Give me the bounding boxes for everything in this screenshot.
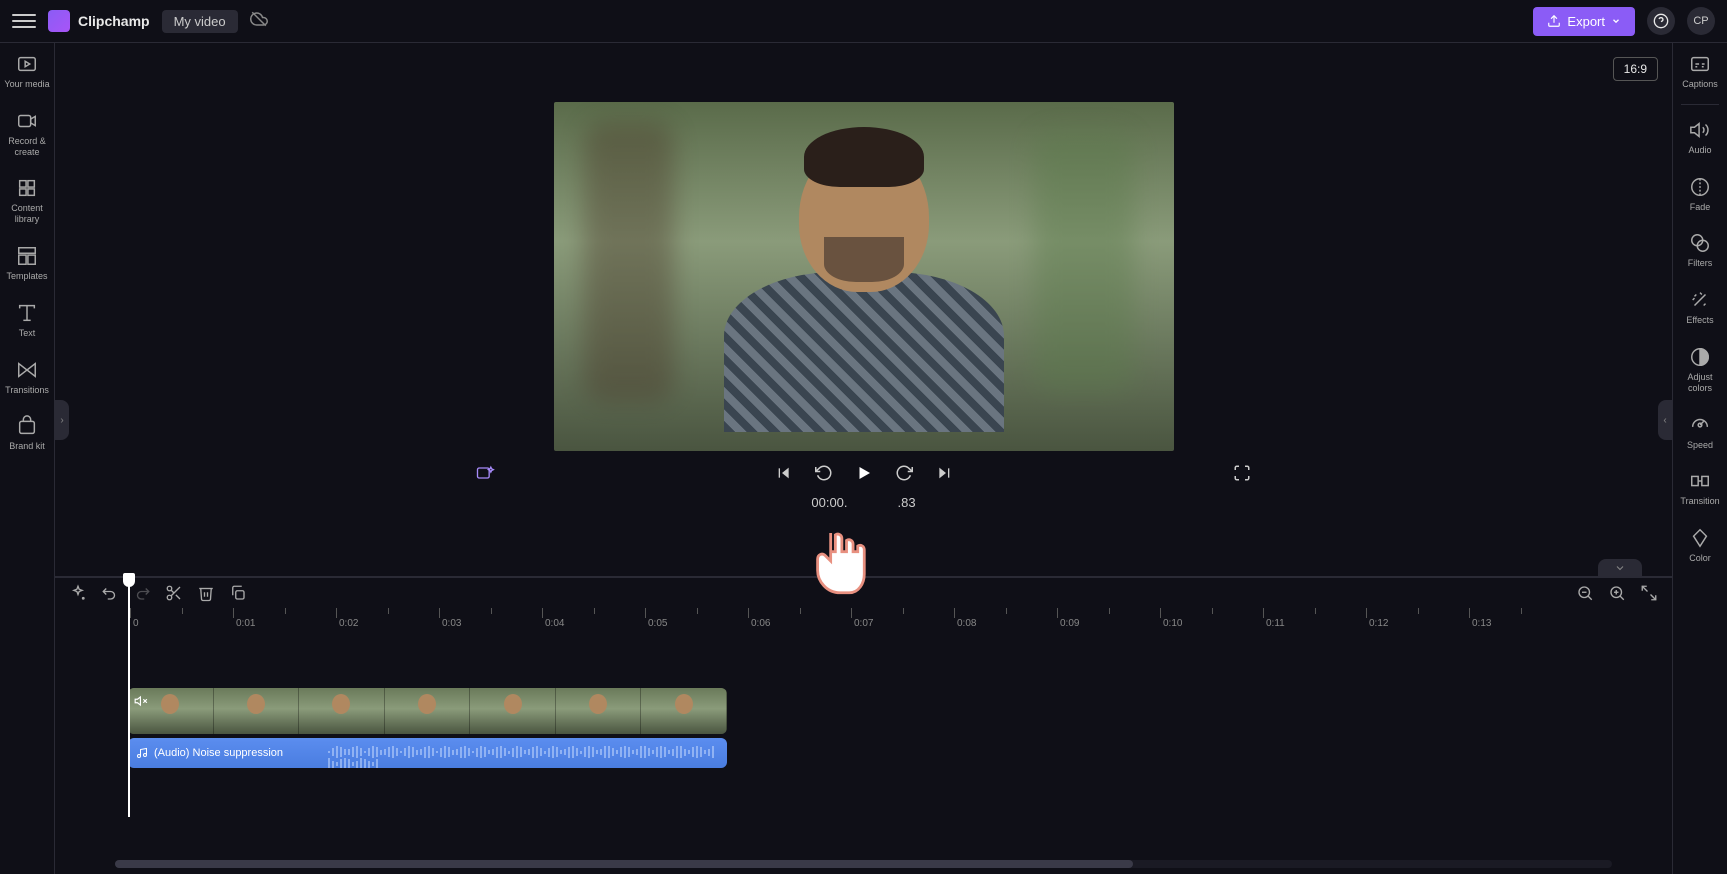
sidebar-item-audio[interactable]: Audio (1673, 109, 1727, 166)
music-note-icon (136, 747, 148, 759)
undo-button[interactable] (101, 584, 119, 602)
chevron-down-icon (1611, 16, 1621, 26)
fullscreen-icon (1233, 464, 1251, 482)
fade-icon (1689, 176, 1711, 198)
fit-timeline-button[interactable] (1640, 584, 1658, 602)
filters-icon (1689, 232, 1711, 254)
sidebar-item-transitions[interactable]: Transitions (0, 349, 54, 406)
sparkle-icon (69, 584, 87, 602)
adjust-colors-icon (1689, 346, 1711, 368)
preview-area: 16:9 (55, 43, 1672, 576)
timeline-toolbar (55, 577, 1672, 608)
zoom-in-button[interactable] (1608, 584, 1626, 602)
help-button[interactable] (1647, 7, 1675, 35)
delete-button[interactable] (197, 584, 215, 602)
player-controls (55, 451, 1672, 495)
brand-kit-icon (16, 415, 38, 437)
undo-icon (101, 584, 119, 602)
clipchamp-logo-icon (48, 10, 70, 32)
zoom-out-button[interactable] (1576, 584, 1594, 602)
help-icon (1653, 13, 1669, 29)
aspect-ratio-button[interactable]: 16:9 (1613, 57, 1658, 81)
timecode-display: 00:00. .83 (811, 495, 915, 518)
upload-icon (1547, 14, 1561, 28)
sidebar-item-templates[interactable]: Templates (0, 235, 54, 292)
zoom-in-icon (1608, 584, 1626, 602)
timeline-ruler[interactable]: 00:010:020:030:040:050:060:070:080:090:1… (55, 608, 1672, 634)
app-header: Clipchamp My video Export CP (0, 0, 1727, 43)
cloud-sync-icon[interactable] (250, 10, 268, 33)
sidebar-item-text[interactable]: Text (0, 292, 54, 349)
sidebar-item-fade[interactable]: Fade (1673, 166, 1727, 223)
video-preview-canvas[interactable] (554, 102, 1174, 451)
zoom-out-icon (1576, 584, 1594, 602)
skip-forward-icon (936, 465, 952, 481)
audio-icon (1689, 119, 1711, 141)
split-button[interactable] (165, 584, 183, 602)
volume-off-icon (134, 694, 148, 708)
timeline-playhead[interactable] (128, 577, 130, 817)
sidebar-item-brand-kit[interactable]: Brand kit (0, 405, 54, 462)
timeline-tracks: (Audio) Noise suppression (55, 634, 1672, 854)
skip-back-button[interactable] (774, 463, 794, 483)
timeline-scrollbar[interactable] (115, 860, 1612, 870)
sidebar-item-color[interactable]: Color (1673, 517, 1727, 574)
captions-icon (1689, 53, 1711, 75)
chevron-down-icon (1614, 562, 1626, 574)
templates-icon (16, 245, 38, 267)
export-button[interactable]: Export (1533, 7, 1635, 36)
audio-clip[interactable]: (Audio) Noise suppression (128, 738, 727, 768)
redo-button[interactable] (133, 584, 151, 602)
sparkle-video-icon (475, 463, 495, 483)
speed-icon (1689, 414, 1711, 436)
skip-back-icon (776, 465, 792, 481)
copy-icon (229, 584, 247, 602)
effects-icon (1689, 289, 1711, 311)
timeline-collapse-button[interactable] (1598, 559, 1642, 577)
redo-icon (133, 584, 151, 602)
sidebar-item-filters[interactable]: Filters (1673, 222, 1727, 279)
skip-forward-button[interactable] (934, 463, 954, 483)
ai-enhance-button[interactable] (475, 463, 495, 483)
sidebar-item-effects[interactable]: Effects (1673, 279, 1727, 336)
play-icon (855, 464, 873, 482)
forward-icon (895, 464, 913, 482)
audio-clip-label: (Audio) Noise suppression (154, 747, 283, 759)
clip-mute-icon[interactable] (134, 694, 148, 713)
hamburger-menu[interactable] (12, 9, 36, 33)
forward-5-button[interactable] (894, 463, 914, 483)
sidebar-item-your-media[interactable]: Your media (0, 43, 54, 100)
sidebar-item-transition[interactable]: Transition (1673, 460, 1727, 517)
text-icon (16, 302, 38, 324)
library-icon (16, 177, 38, 199)
duplicate-button[interactable] (229, 584, 247, 602)
fullscreen-button[interactable] (1232, 463, 1252, 483)
sidebar-item-adjust-colors[interactable]: Adjust colors (1673, 336, 1727, 404)
scissors-icon (165, 584, 183, 602)
left-sidebar: Your media Record & create Content libra… (0, 43, 55, 874)
sidebar-item-captions[interactable]: Captions (1673, 43, 1727, 100)
project-title[interactable]: My video (162, 10, 238, 33)
rewind-5-button[interactable] (814, 463, 834, 483)
color-icon (1689, 527, 1711, 549)
rewind-icon (815, 464, 833, 482)
sidebar-item-content-library[interactable]: Content library (0, 167, 54, 235)
trash-icon (197, 584, 215, 602)
user-avatar[interactable]: CP (1687, 7, 1715, 35)
video-clip[interactable] (128, 688, 727, 734)
sidebar-item-speed[interactable]: Speed (1673, 404, 1727, 461)
brand-name: Clipchamp (78, 13, 150, 29)
fit-icon (1640, 584, 1658, 602)
media-icon (16, 53, 38, 75)
record-icon (16, 110, 38, 132)
auto-edit-button[interactable] (69, 584, 87, 602)
brand-logo[interactable]: Clipchamp (48, 10, 150, 32)
play-button[interactable] (854, 463, 874, 483)
right-panel-expand[interactable]: ‹ (1658, 400, 1672, 440)
timeline: 00:010:020:030:040:050:060:070:080:090:1… (55, 576, 1672, 874)
transitions-icon (16, 359, 38, 381)
transition-icon (1689, 470, 1711, 492)
right-sidebar: Captions Audio Fade Filters Effects Adju… (1672, 43, 1727, 874)
sidebar-item-record-create[interactable]: Record & create (0, 100, 54, 168)
